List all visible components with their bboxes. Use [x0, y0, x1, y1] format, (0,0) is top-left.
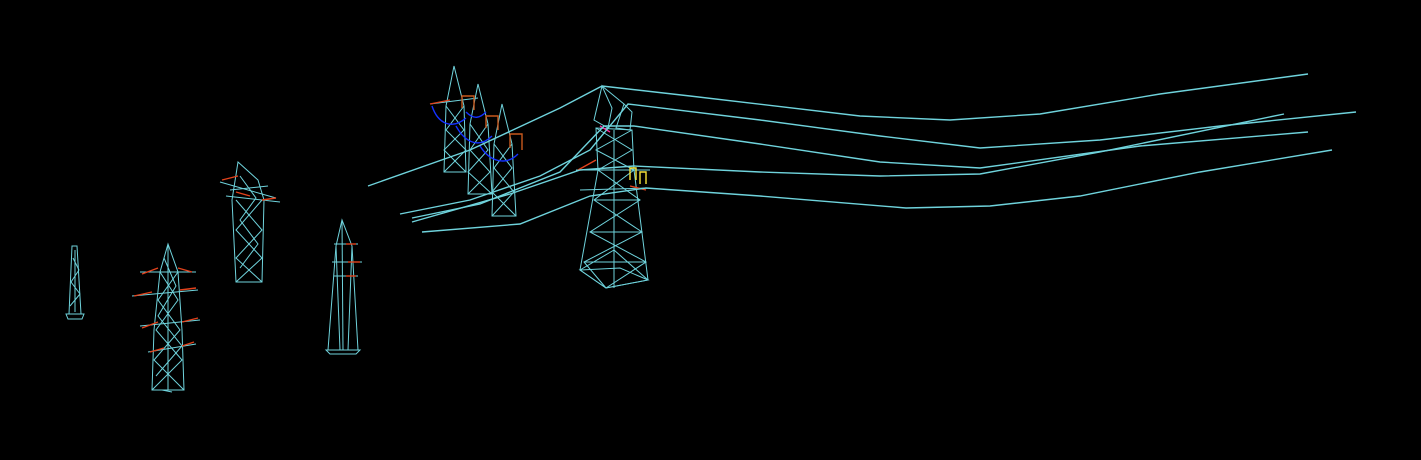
tension-tower-group: [429, 65, 523, 217]
pylon-icon: [324, 218, 362, 355]
monopole-mast-icon: [65, 245, 85, 320]
cad-viewport[interactable]: [0, 0, 1421, 460]
lattice-tower-single: [219, 161, 281, 283]
large-lattice-tower: [576, 84, 651, 289]
lattice-tower-double-circuit: [131, 242, 201, 393]
tower-wireframe-scene: [65, 65, 1357, 393]
conductor-lines: [367, 73, 1357, 233]
